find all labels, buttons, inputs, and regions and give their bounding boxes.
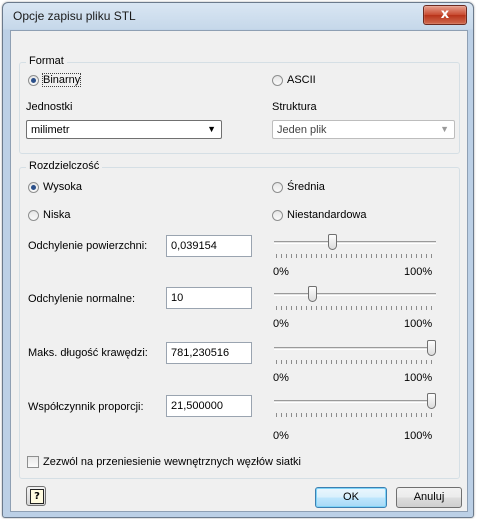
resolution-high-label[interactable]: Wysoka <box>43 181 82 193</box>
slider-min-label: 0% <box>273 318 289 330</box>
ok-button[interactable]: OK <box>315 487 387 508</box>
max-edge-length-input[interactable] <box>166 342 252 364</box>
units-dropdown[interactable]: milimetr ▼ <box>26 120 222 139</box>
slider-min-label: 0% <box>273 372 289 384</box>
structure-value: Jeden plik <box>277 124 327 136</box>
surface-deviation-label: Odchylenie powierzchni: <box>28 240 148 252</box>
ascii-label[interactable]: ASCII <box>287 74 316 86</box>
dialog-window: Opcje zapisu pliku STL x Format Binarny … <box>2 2 474 518</box>
normal-deviation-input[interactable] <box>166 287 252 309</box>
help-button[interactable]: ? <box>26 486 46 506</box>
aspect-ratio-input[interactable] <box>166 395 252 417</box>
slider-thumb[interactable] <box>328 234 337 250</box>
slider-track <box>274 293 436 296</box>
slider-ticks <box>276 360 435 364</box>
chevron-down-icon: ▼ <box>207 124 216 134</box>
resolution-medium-label[interactable]: Średnia <box>287 181 325 193</box>
slider-min-label: 0% <box>273 266 289 278</box>
normal-deviation-label: Odchylenie normalne: <box>28 293 136 305</box>
chevron-down-icon: ▼ <box>440 124 449 134</box>
slider-max-label: 100% <box>404 430 433 442</box>
aspect-ratio-field[interactable] <box>171 400 249 412</box>
slider-ticks <box>276 306 435 310</box>
slider-track <box>274 241 436 244</box>
slider-track <box>274 347 436 350</box>
resolution-custom-label[interactable]: Niestandardowa <box>287 209 367 221</box>
slider-track <box>274 400 436 403</box>
dialog-content: Format Binarny ASCII Jednostki milimetr … <box>10 30 468 512</box>
surface-deviation-field[interactable] <box>171 240 249 252</box>
normal-deviation-field[interactable] <box>171 292 249 304</box>
structure-dropdown[interactable]: Jeden plik ▼ <box>272 120 455 139</box>
resolution-low-label[interactable]: Niska <box>43 209 71 221</box>
cancel-button[interactable]: Anuluj <box>396 487 462 508</box>
max-edge-length-label: Maks. długość krawędzi: <box>28 347 148 359</box>
resolution-group: Rozdzielczość <box>19 160 460 479</box>
window-title: Opcje zapisu pliku STL <box>13 9 136 23</box>
close-icon: x <box>440 7 450 22</box>
structure-label: Struktura <box>272 101 317 113</box>
allow-move-checkbox[interactable] <box>27 456 39 468</box>
slider-thumb[interactable] <box>308 286 317 302</box>
resolution-high-radio[interactable] <box>28 182 39 193</box>
slider-ticks <box>276 413 435 417</box>
ascii-radio[interactable] <box>272 75 283 86</box>
units-value: milimetr <box>31 124 70 136</box>
format-group: Format <box>19 55 460 154</box>
resolution-custom-radio[interactable] <box>272 210 283 221</box>
slider-max-label: 100% <box>404 372 433 384</box>
slider-max-label: 100% <box>404 266 433 278</box>
close-button[interactable]: x <box>423 5 467 25</box>
help-icon: ? <box>30 489 44 504</box>
resolution-medium-radio[interactable] <box>272 182 283 193</box>
aspect-ratio-label: Współczynnik proporcji: <box>28 401 144 413</box>
format-group-title: Format <box>26 55 67 67</box>
binary-label[interactable]: Binarny <box>41 73 82 87</box>
slider-thumb[interactable] <box>427 393 436 409</box>
units-label: Jednostki <box>26 101 73 113</box>
resolution-low-radio[interactable] <box>28 210 39 221</box>
max-edge-length-field[interactable] <box>171 347 249 359</box>
slider-min-label: 0% <box>273 430 289 442</box>
slider-max-label: 100% <box>404 318 433 330</box>
surface-deviation-input[interactable] <box>166 235 252 257</box>
title-bar[interactable]: Opcje zapisu pliku STL x <box>3 3 473 30</box>
slider-ticks <box>276 254 435 258</box>
allow-move-label[interactable]: Zezwól na przeniesienie wewnętrznych węz… <box>43 456 301 468</box>
slider-thumb[interactable] <box>427 340 436 356</box>
binary-radio[interactable] <box>28 75 39 86</box>
resolution-group-title: Rozdzielczość <box>26 160 103 172</box>
